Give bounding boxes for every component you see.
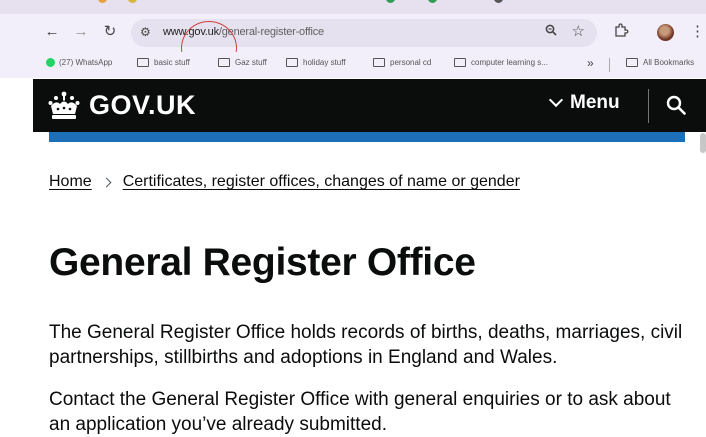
zoom-icon[interactable] [545, 23, 557, 39]
reload-icon[interactable]: ↻ [100, 23, 120, 41]
whatsapp-icon [46, 58, 55, 67]
all-bookmarks-folder[interactable]: All Bookmarks [626, 58, 694, 67]
extensions-icon[interactable] [614, 23, 629, 42]
header-accent-bar [49, 132, 685, 142]
folder-icon [626, 58, 638, 67]
bookmark-label: basic stuff [154, 58, 190, 67]
crown-icon[interactable] [47, 91, 81, 126]
tab-favicon[interactable] [128, 0, 137, 3]
tab-favicon[interactable] [386, 0, 395, 3]
bookmarks-overflow-button[interactable]: » [587, 56, 594, 70]
forward-arrow-icon[interactable]: → [71, 23, 91, 41]
folder-icon [454, 58, 466, 67]
bookmark-folder[interactable]: personal cd [373, 58, 431, 67]
back-arrow-icon[interactable]: ← [42, 23, 62, 41]
profile-avatar[interactable] [657, 24, 674, 41]
search-icon[interactable] [666, 95, 686, 115]
intro-paragraph: The General Register Office holds record… [49, 322, 683, 368]
bookmark-label: computer learning s... [471, 58, 548, 67]
bookmarks-bar: (27) WhatsApp basic stuff Gaz stuff holi… [0, 52, 706, 78]
folder-icon [137, 58, 149, 67]
folder-icon [218, 58, 230, 67]
menu-button[interactable]: Menu [548, 92, 620, 114]
page-title: General Register Office [49, 241, 476, 284]
tab-favicon[interactable] [494, 0, 503, 3]
bookmarks-divider [609, 58, 610, 72]
bookmark-label: (27) WhatsApp [59, 58, 113, 67]
bookmark-star-icon[interactable]: ☆ [572, 22, 585, 40]
tab-favicon[interactable] [428, 0, 437, 3]
folder-icon [373, 58, 385, 67]
tab-favicon[interactable] [98, 0, 107, 3]
bookmark-label: Gaz stuff [235, 58, 267, 67]
page-scrollbar[interactable] [700, 133, 706, 153]
browser-menu-icon[interactable]: ⋮ [690, 22, 705, 40]
breadcrumb-home-link[interactable]: Home [49, 173, 92, 191]
bookmark-folder[interactable]: basic stuff [137, 58, 190, 67]
breadcrumb-section-link[interactable]: Certificates, register offices, changes … [123, 173, 520, 191]
govuk-header: GOV.UK Menu [33, 79, 706, 132]
bookmark-folder[interactable]: Gaz stuff [218, 58, 267, 67]
bookmark-label: All Bookmarks [643, 58, 695, 67]
header-divider [648, 89, 649, 123]
site-info-icon[interactable]: ⚙ [140, 25, 151, 39]
chevron-right-icon [101, 177, 112, 187]
browser-toolbar: ← → ↻ ⚙ www.gov.uk/general-register-offi… [0, 14, 706, 75]
menu-label: Menu [570, 92, 620, 113]
chevron-down-icon [548, 92, 564, 108]
breadcrumb: Home Certificates, register offices, cha… [49, 173, 520, 191]
bookmark-whatsapp[interactable]: (27) WhatsApp [46, 58, 112, 67]
bookmark-label: personal cd [390, 58, 432, 67]
bookmark-folder[interactable]: computer learning s... [454, 58, 548, 67]
govuk-logo-text[interactable]: GOV.UK [89, 90, 196, 121]
tab-strip [0, 0, 706, 14]
bookmark-folder[interactable]: holiday stuff [286, 58, 346, 67]
bookmark-label: holiday stuff [303, 58, 346, 67]
folder-icon [286, 58, 298, 67]
